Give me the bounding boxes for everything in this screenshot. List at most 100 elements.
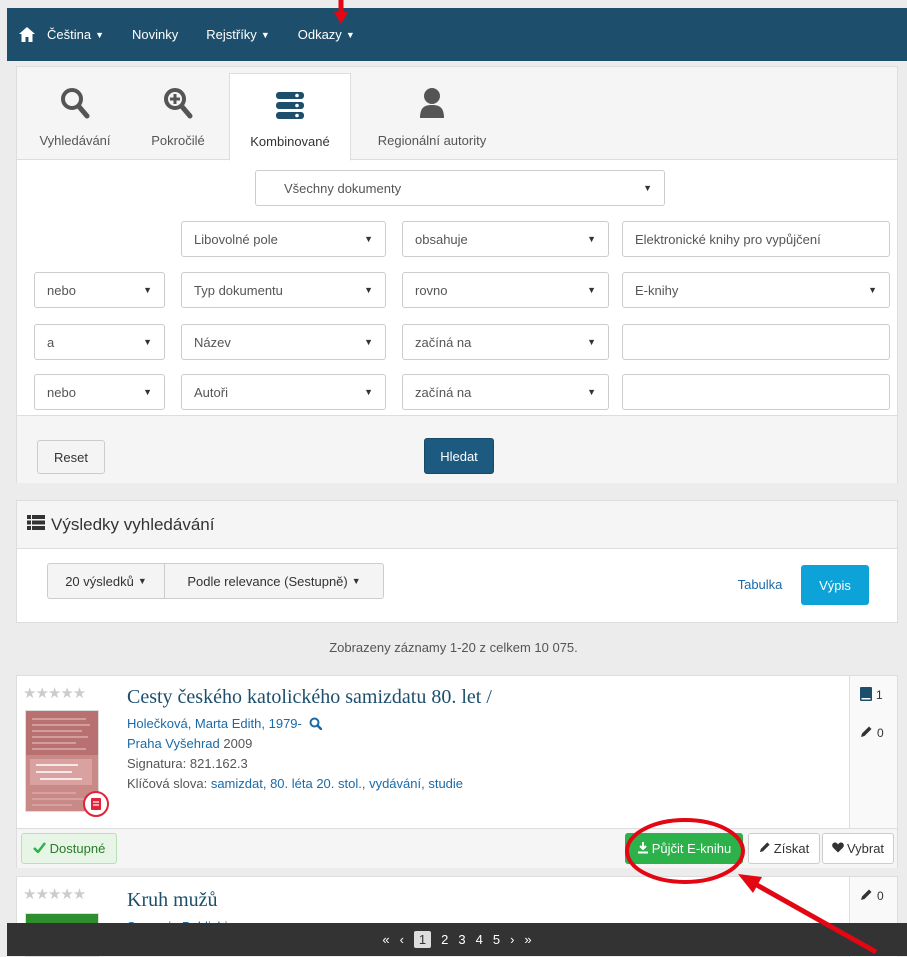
tab-basic-search[interactable]: Vyhledávání (23, 73, 127, 161)
record-signature: Signatura: 821.162.3 (127, 756, 248, 771)
tab-regional-authorities[interactable]: Regionální autority (357, 73, 507, 161)
results-summary: Zobrazeny záznamy 1-20 z celkem 10 075. (329, 640, 578, 655)
heart-icon (832, 841, 844, 856)
select-arrow-icon: ▼ (643, 183, 652, 193)
row1-field-select[interactable]: Libovolné pole ▼ (181, 221, 386, 257)
search-tabs: Vyhledávání Pokročilé Kombinované Region… (17, 67, 897, 161)
tab-advanced-search[interactable]: Pokročilé (129, 73, 227, 161)
notes-counter[interactable]: 0 (850, 714, 897, 752)
download-icon (637, 841, 649, 857)
row1-value-input[interactable]: Elektronické knihy pro vypůjčení (622, 221, 890, 257)
rating-stars[interactable]: ★★★★★ (23, 885, 86, 903)
select-arrow-icon: ▼ (587, 234, 596, 244)
pencil-icon (860, 725, 873, 741)
copies-counter[interactable]: 1 (850, 676, 897, 714)
caret-down-icon: ▼ (260, 29, 270, 40)
top-navbar: Čeština ▼ Novinky Rejstříky ▼ Odkazy ▼ (7, 8, 907, 61)
check-icon (32, 841, 46, 856)
caret-down-icon: ▼ (137, 576, 147, 586)
record-keywords: Klíčová slova: samizdat, 80. léta 20. st… (127, 776, 464, 791)
list-icon (27, 514, 45, 535)
result-record: ★★★★★ Cesty českého katolického samizdat… (16, 675, 898, 868)
select-arrow-icon: ▼ (587, 285, 596, 295)
reset-button[interactable]: Reset (37, 440, 105, 474)
first-page-link[interactable]: « (382, 932, 389, 947)
record-title[interactable]: Kruh mužů (127, 889, 218, 912)
caret-down-icon: ▼ (351, 576, 361, 586)
caret-down-icon: ▼ (345, 29, 355, 40)
results-panel: Výsledky vyhledávání 20 výsledků ▼ Podle … (16, 500, 898, 623)
view-list-button[interactable]: Výpis (801, 565, 869, 605)
select-arrow-icon: ▼ (868, 285, 877, 295)
user-icon (357, 73, 507, 119)
search-author-icon[interactable] (309, 717, 322, 733)
row3-field-select[interactable]: Název ▼ (181, 324, 386, 360)
page-link-current[interactable]: 1 (413, 931, 432, 948)
search-panel-footer: Reset Hledat (17, 415, 897, 483)
borrow-ebook-button[interactable]: Půjčit E-knihu (625, 833, 743, 864)
results-per-page-dropdown[interactable]: 20 výsledků ▼ (47, 563, 165, 599)
select-arrow-icon: ▼ (587, 387, 596, 397)
select-arrow-icon: ▼ (143, 285, 152, 295)
select-arrow-icon: ▼ (143, 337, 152, 347)
search-icon (23, 73, 127, 119)
results-header: Výsledky vyhledávání (17, 501, 897, 549)
next-page-link[interactable]: › (510, 932, 514, 947)
search-button[interactable]: Hledat (424, 438, 494, 474)
zoom-plus-icon (129, 73, 227, 119)
select-arrow-icon: ▼ (364, 234, 373, 244)
record-title[interactable]: Cesty českého katolického samizdatu 80. … (127, 686, 492, 709)
get-button[interactable]: Získat (748, 833, 820, 864)
select-arrow-icon: ▼ (143, 387, 152, 397)
pencil-icon (860, 888, 873, 904)
page-link[interactable]: 3 (458, 932, 465, 947)
row4-boolean-select[interactable]: nebo ▼ (34, 374, 165, 410)
pagination-bar: « ‹ 1 2 3 4 5 › » (7, 923, 907, 956)
document-type-select[interactable]: Všechny dokumenty ▼ (255, 170, 665, 206)
notes-counter[interactable]: 0 (850, 877, 897, 915)
home-icon[interactable] (7, 26, 47, 43)
select-arrow-icon: ▼ (364, 387, 373, 397)
row4-field-select[interactable]: Autoři ▼ (181, 374, 386, 410)
tab-combined-search[interactable]: Kombinované (229, 73, 351, 161)
rating-stars[interactable]: ★★★★★ (23, 684, 86, 702)
results-title: Výsledky vyhledávání (51, 514, 215, 534)
book-icon (860, 686, 872, 704)
nav-links[interactable]: Odkazy ▼ (298, 27, 355, 42)
row2-value-select[interactable]: E-knihy ▼ (622, 272, 890, 308)
row3-operator-select[interactable]: začíná na ▼ (402, 324, 609, 360)
tasks-icon (230, 74, 350, 120)
row2-field-select[interactable]: Typ dokumentu ▼ (181, 272, 386, 308)
record-imprint: Praha Vyšehrad 2009 (127, 736, 253, 751)
row4-value-input[interactable] (622, 374, 890, 410)
ebook-badge-icon (83, 791, 109, 817)
select-arrow-icon: ▼ (364, 285, 373, 295)
nav-indexes[interactable]: Rejstříky ▼ (206, 27, 269, 42)
record-actions-bar: Dostupné Půjčit E-knihu Získat Vybrat (17, 828, 897, 868)
record-side-counters: 1 0 (849, 676, 897, 828)
row3-boolean-select[interactable]: a ▼ (34, 324, 165, 360)
select-arrow-icon: ▼ (587, 337, 596, 347)
row3-value-input[interactable] (622, 324, 890, 360)
page-link[interactable]: 2 (441, 932, 448, 947)
availability-badge[interactable]: Dostupné (21, 833, 117, 864)
row2-boolean-select[interactable]: nebo ▼ (34, 272, 165, 308)
caret-down-icon: ▼ (95, 29, 104, 40)
select-arrow-icon: ▼ (364, 337, 373, 347)
prev-page-link[interactable]: ‹ (400, 932, 404, 947)
page-link[interactable]: 5 (493, 932, 500, 947)
select-button[interactable]: Vybrat (822, 833, 894, 864)
pencil-icon (759, 841, 771, 856)
nav-news[interactable]: Novinky (132, 27, 178, 42)
search-panel: Vyhledávání Pokročilé Kombinované Region… (16, 66, 898, 483)
row4-operator-select[interactable]: začíná na ▼ (402, 374, 609, 410)
row2-operator-select[interactable]: rovno ▼ (402, 272, 609, 308)
last-page-link[interactable]: » (524, 932, 531, 947)
sort-dropdown[interactable]: Podle relevance (Sestupně) ▼ (164, 563, 384, 599)
row1-operator-select[interactable]: obsahuje ▼ (402, 221, 609, 257)
record-author[interactable]: Holečková, Marta Edith, 1979- (127, 716, 302, 731)
record-author-line: Holečková, Marta Edith, 1979- (127, 716, 322, 733)
view-table-button[interactable]: Tabulka (725, 565, 795, 603)
page-link[interactable]: 4 (476, 932, 483, 947)
nav-language[interactable]: Čeština ▼ (47, 27, 104, 42)
